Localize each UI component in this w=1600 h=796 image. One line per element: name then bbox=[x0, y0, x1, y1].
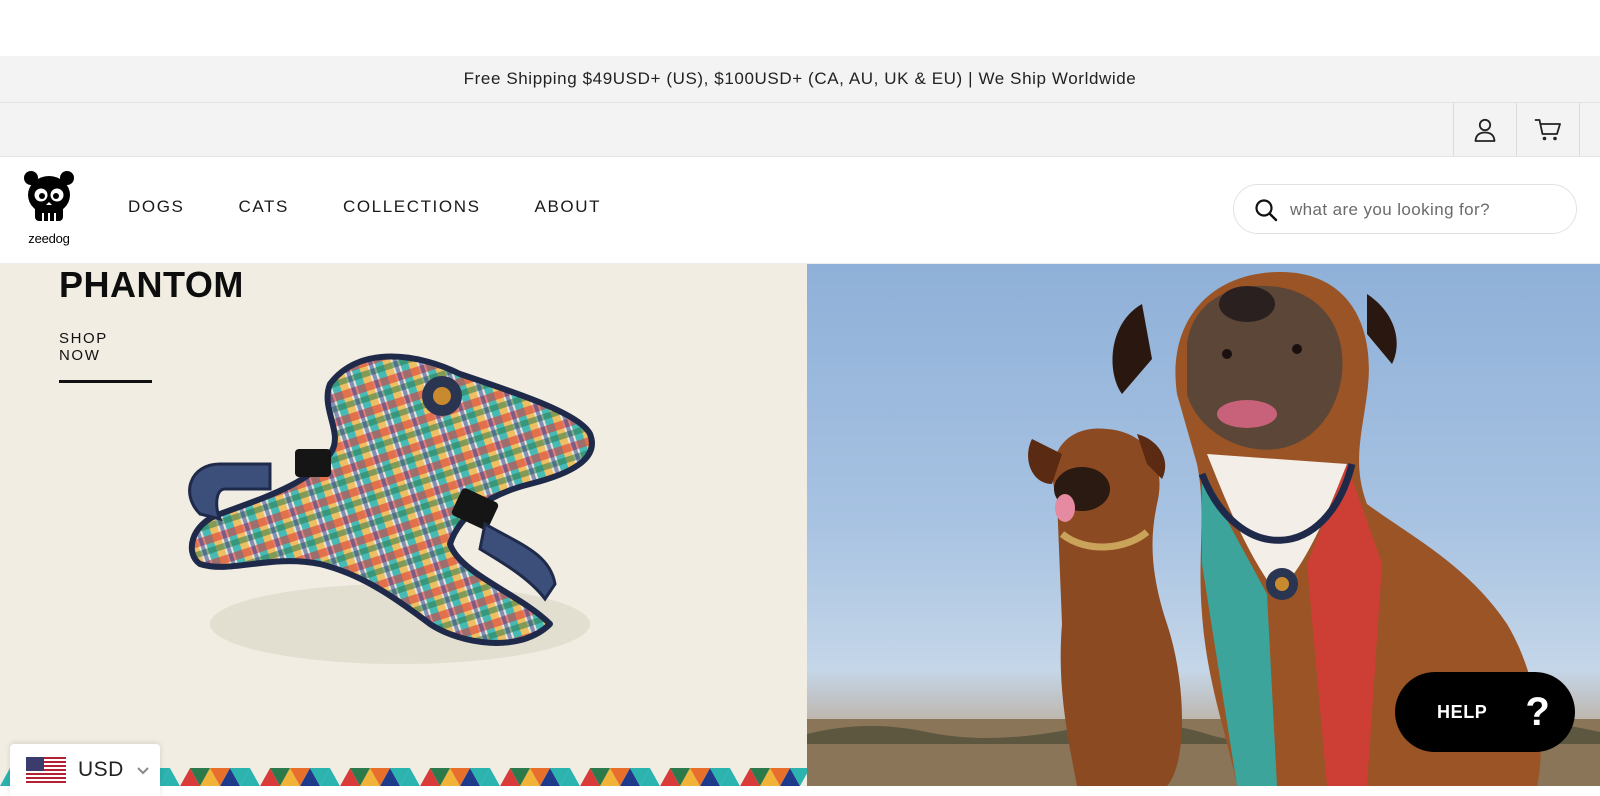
nav-item-cats[interactable]: CATS bbox=[238, 197, 288, 217]
main-header: zeedog DOGS CATS COLLECTIONS ABOUT bbox=[0, 157, 1600, 264]
cart-icon bbox=[1534, 118, 1561, 140]
hero-product-panel[interactable]: PHANTOM SHOP NOW bbox=[0, 264, 807, 786]
brand-logo[interactable]: zeedog bbox=[22, 169, 76, 249]
help-label: HELP bbox=[1437, 701, 1488, 722]
brand-logo-text: zeedog bbox=[28, 231, 70, 246]
announcement-text: Free Shipping $49USD+ (US), $100USD+ (CA… bbox=[463, 69, 1137, 88]
hero-banner: PHANTOM SHOP NOW bbox=[0, 264, 1600, 786]
top-spacer bbox=[0, 0, 1600, 56]
currency-code: USD bbox=[78, 758, 124, 781]
nav-item-dogs[interactable]: DOGS bbox=[128, 197, 184, 217]
help-button[interactable]: HELP ? bbox=[1395, 672, 1575, 752]
currency-selector[interactable]: USD bbox=[10, 744, 160, 796]
search-bar bbox=[1233, 184, 1577, 234]
nav-item-collections[interactable]: COLLECTIONS bbox=[343, 197, 481, 217]
shop-now-link[interactable]: SHOP NOW bbox=[59, 330, 152, 383]
nav-item-about[interactable]: ABOUT bbox=[535, 197, 602, 217]
account-button[interactable] bbox=[1453, 103, 1516, 156]
user-icon bbox=[1474, 118, 1496, 142]
primary-nav: DOGS CATS COLLECTIONS ABOUT bbox=[128, 197, 655, 217]
search-icon[interactable] bbox=[1254, 198, 1278, 222]
announcement-bar: Free Shipping $49USD+ (US), $100USD+ (CA… bbox=[0, 56, 1600, 103]
search-input[interactable] bbox=[1288, 195, 1562, 225]
utility-bar bbox=[0, 103, 1600, 157]
help-question-icon: ? bbox=[1525, 689, 1550, 734]
hero-title: PHANTOM bbox=[59, 264, 244, 305]
cart-button[interactable] bbox=[1516, 103, 1580, 156]
chevron-down-icon bbox=[137, 767, 149, 775]
skull-icon bbox=[24, 171, 74, 221]
us-flag-icon bbox=[26, 757, 66, 783]
harness-product-image bbox=[188, 353, 595, 664]
